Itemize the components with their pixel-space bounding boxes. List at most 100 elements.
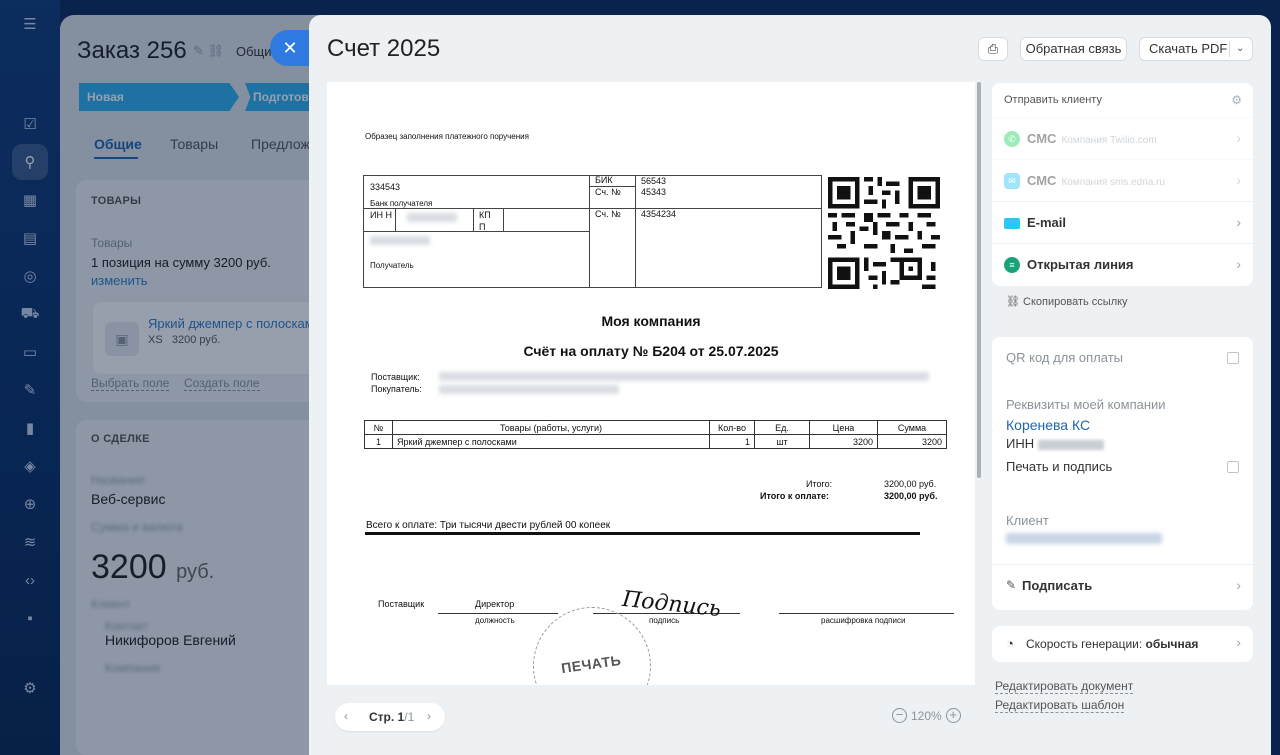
qr-label: QR код для оплаты [1006, 350, 1124, 365]
th-price: Цена [809, 420, 878, 435]
code-icon[interactable]: ‹› [18, 568, 42, 592]
acct-value-1: 45343 [641, 187, 667, 197]
company-label: Компания [105, 661, 160, 675]
th-goods: Товары (работы, услуги) [392, 420, 710, 435]
send-sms-twilio[interactable]: ✆ СМС Компания Twilio.com › [992, 117, 1253, 159]
th-number: № [364, 420, 393, 435]
chevron-left-icon[interactable]: ‹ [344, 709, 348, 723]
email-icon [1004, 218, 1020, 229]
deal-header: О СДЕЛКЕ [91, 433, 150, 445]
calendar-icon[interactable]: ▦ [18, 188, 42, 212]
send-open-line[interactable]: ≡ Открытая линия › [992, 243, 1253, 285]
recipient-value-hidden [370, 236, 430, 245]
cell-price: 3200 [809, 434, 878, 449]
director-label: Директор [475, 599, 515, 609]
sign-line [438, 613, 558, 614]
change-link[interactable]: изменить [91, 273, 148, 288]
document-scrollbar[interactable] [977, 82, 981, 478]
gear-icon[interactable]: ⚙ [1231, 93, 1242, 107]
analytics-icon[interactable]: ▮ [18, 416, 42, 440]
recipient-label: Получатель [370, 261, 414, 270]
speed-card[interactable]: ◔ Скорость генерации: обычная › [992, 626, 1253, 662]
marketing-icon[interactable]: ≋ [18, 530, 42, 554]
apps-icon[interactable]: ▪ [18, 606, 42, 630]
invoice-panel: Счет 2025 ⎙ Обратная связь Скачать PDF ⌄… [309, 15, 1271, 755]
chevron-right-icon: › [1236, 634, 1241, 650]
download-pdf-button[interactable]: Скачать PDF ⌄ [1139, 37, 1253, 61]
chevron-right-icon: › [1236, 214, 1241, 230]
zoom-out-icon[interactable]: − [892, 708, 907, 724]
download-pdf-label[interactable]: Скачать PDF [1149, 38, 1227, 60]
qr-checkbox[interactable] [1227, 352, 1239, 364]
chevron-down-icon[interactable]: ⌄ [1236, 38, 1244, 60]
cart-icon[interactable]: ⛟ [18, 302, 42, 326]
crm-icon[interactable]: ⚲ [12, 144, 48, 180]
products-summary: 1 позиция на сумму 3200 руб. [91, 255, 271, 270]
signature-placeholder: Подпись [620, 586, 723, 623]
zoom-control: −120% + [892, 708, 961, 724]
close-icon[interactable]: ✕ [270, 30, 310, 66]
feedback-button[interactable]: Обратная связь [1020, 37, 1127, 61]
edit-document-link[interactable]: Редактировать документ [995, 679, 1134, 694]
inbox-icon[interactable]: ▤ [18, 226, 42, 250]
name-value: Веб-сервис [91, 491, 166, 507]
bik-label: БИК [595, 175, 613, 185]
divider [365, 532, 920, 535]
settings-icon[interactable]: ⚙ [18, 676, 42, 700]
cell-unit: шт [754, 434, 810, 449]
bank-code: 334543 [370, 182, 401, 192]
product-item[interactable]: ▣ Яркий джемпер с полосками XS 3200 руб. [93, 302, 320, 374]
contact-value[interactable]: Никифоров Евгений [105, 632, 236, 648]
sms-icon: ✉ [1004, 173, 1020, 189]
menu-icon[interactable]: ☰ [18, 12, 42, 36]
image-icon: ▣ [105, 322, 139, 356]
edit-icon[interactable]: ✎ ⛓ [193, 43, 224, 59]
robot-icon[interactable]: ◈ [18, 454, 42, 478]
copy-link-button[interactable]: ⛓ Скопировать ссылку [1006, 295, 1128, 308]
send-sms-edna[interactable]: ✉ СМС Компания sms.edna.ru › [992, 159, 1253, 201]
edit-template-link[interactable]: Редактировать шаблон [995, 698, 1125, 713]
pen-icon: ✎ [1006, 578, 1017, 592]
client-value-hidden[interactable] [1006, 533, 1162, 544]
order-page: Заказ 256 ✎ ⛓ Общие Новая Подготовка Общ… [60, 15, 320, 755]
chat-icon: ≡ [1004, 257, 1020, 273]
speedometer-icon: ◔ [1006, 636, 1014, 651]
print-icon[interactable]: ⎙ [978, 37, 1008, 61]
items-table: № Товары (работы, услуги) Кол-во Ед. Цен… [364, 420, 947, 449]
tab-general[interactable]: Общие [94, 136, 142, 152]
support-icon[interactable]: ⊕ [18, 492, 42, 516]
sign-line [779, 613, 954, 614]
products-header: ТОВАРЫ [91, 195, 142, 207]
name-label: Название [91, 473, 145, 487]
target-icon[interactable]: ◎ [18, 264, 42, 288]
tasks-icon[interactable]: ☑ [18, 112, 42, 136]
deal-card [76, 420, 320, 755]
tab-offers[interactable]: Предлож [251, 136, 310, 152]
document-icon[interactable]: ▭ [18, 340, 42, 364]
amount-number: 3200 [91, 548, 167, 586]
create-field-link[interactable]: Создать поле [184, 376, 260, 391]
total-to-pay-label: Итого к оплате: [760, 491, 829, 501]
zoom-in-icon[interactable]: + [945, 708, 961, 724]
chevron-right-icon[interactable]: › [427, 709, 431, 723]
sign-button[interactable]: ✎ Подписать › [992, 564, 1253, 606]
divider [1229, 41, 1230, 57]
tab-products[interactable]: Товары [170, 136, 218, 152]
select-field-link[interactable]: Выбрать поле [91, 376, 170, 391]
stamp-placeholder [533, 607, 651, 685]
panel-title: Счет 2025 [327, 35, 441, 62]
stamp-sign-label: Печать и подпись [1006, 459, 1113, 474]
cell-sum: 3200 [877, 434, 947, 449]
stamp-sign-checkbox[interactable] [1227, 461, 1239, 473]
th-unit: Ед. [754, 420, 810, 435]
my-company-link[interactable]: Коренева КС [1006, 417, 1090, 433]
acct-label-2: Сч. № [595, 209, 621, 219]
pen-icon[interactable]: ✎ [18, 378, 42, 402]
contact-label: Контакт [105, 619, 149, 633]
stage-new[interactable]: Новая [79, 83, 239, 111]
product-name[interactable]: Яркий джемпер с полосками [148, 316, 320, 331]
inn-label: ИН Н [370, 210, 392, 220]
settings-card: QR код для оплаты Реквизиты моей компани… [992, 337, 1253, 610]
send-email[interactable]: E-mail › [992, 201, 1253, 243]
amount-value: 3200 руб. [91, 548, 214, 587]
